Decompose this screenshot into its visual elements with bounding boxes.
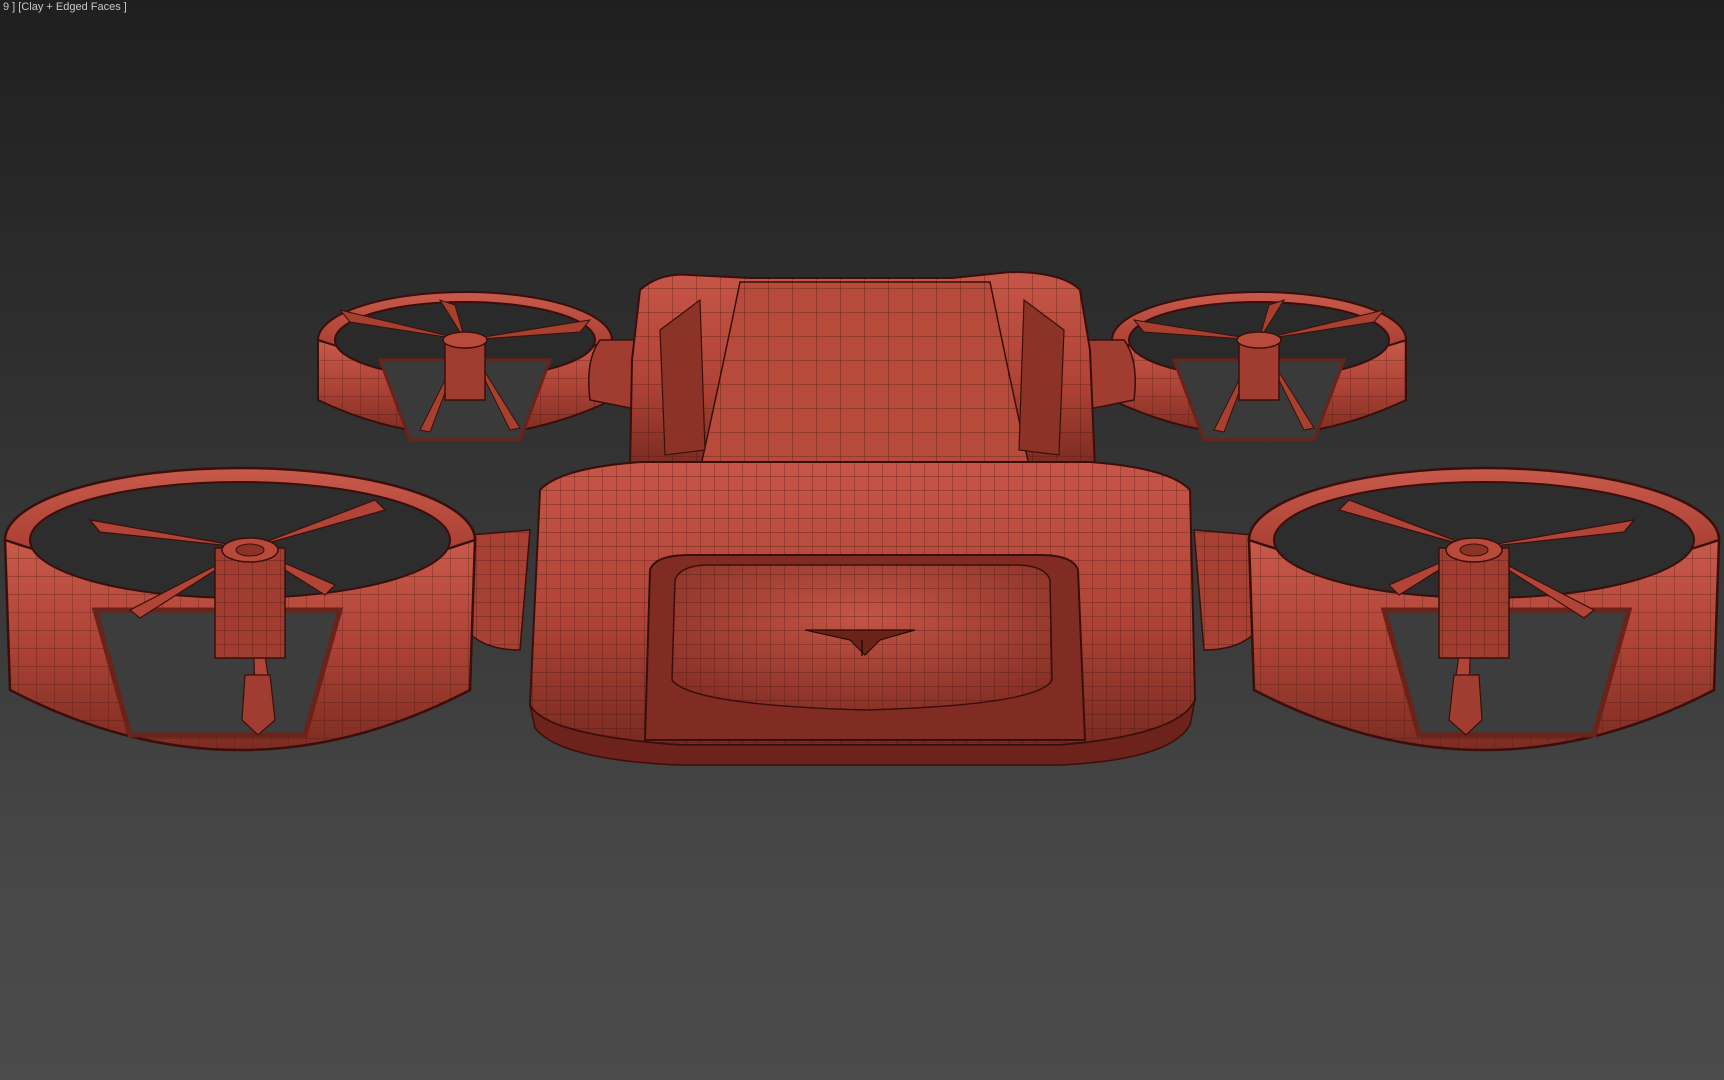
rotor-front-left[interactable] [3,466,477,752]
rotor-back-right[interactable] [1111,291,1407,442]
rotor-back-left[interactable] [317,291,613,442]
drone-model[interactable] [0,0,1724,1080]
3d-viewport[interactable]: 9 ] [Clay + Edged Faces ] [0,0,1724,1080]
drone-cabin[interactable] [628,270,1097,471]
rotor-front-right[interactable] [1247,466,1721,752]
